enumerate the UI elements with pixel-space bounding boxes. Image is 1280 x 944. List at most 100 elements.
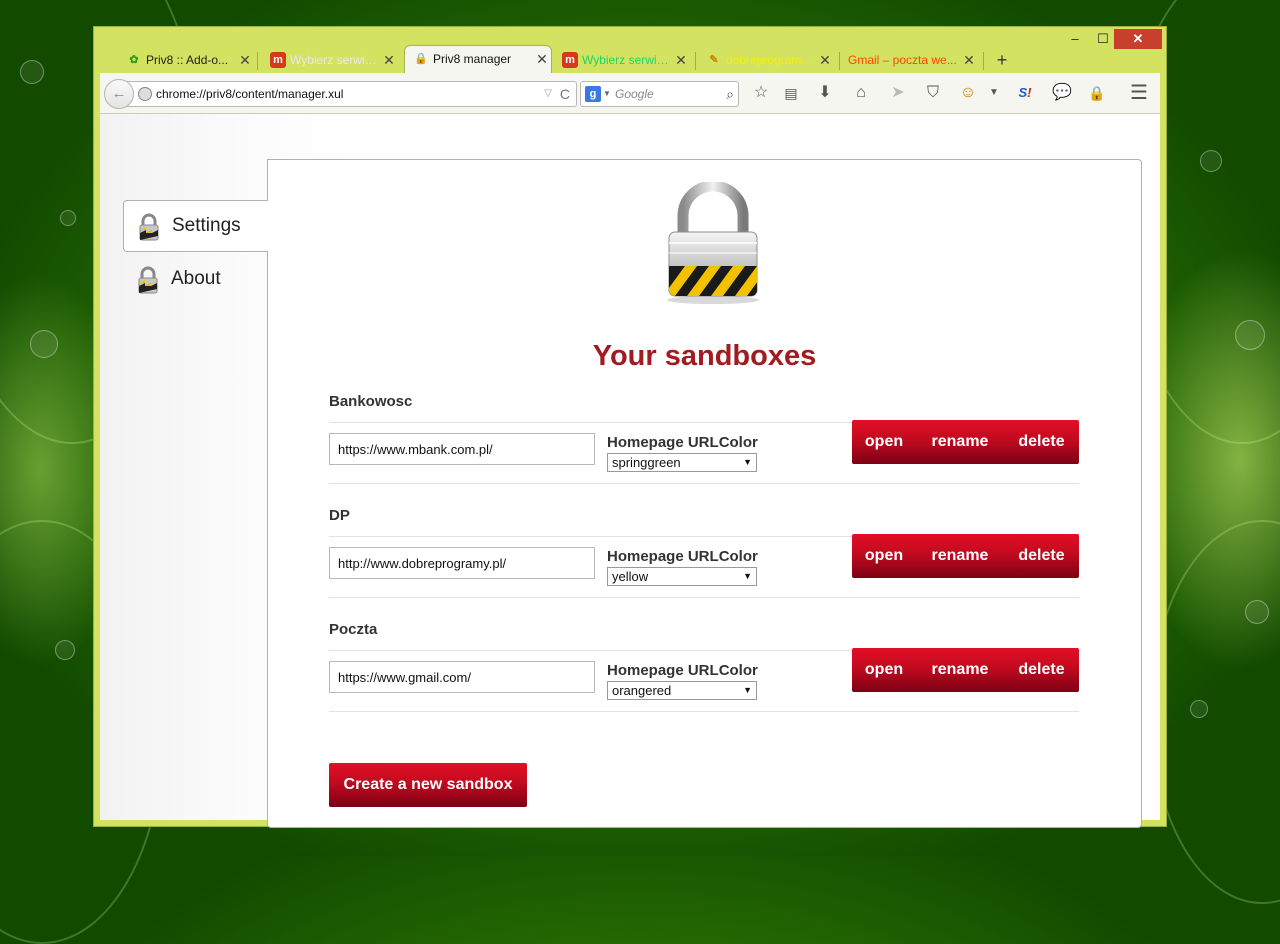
back-button[interactable]: ← xyxy=(104,79,134,109)
close-icon[interactable]: ✕ xyxy=(533,46,551,72)
close-icon[interactable]: ✕ xyxy=(816,47,834,73)
homepage-color-label: Homepage URLColor xyxy=(607,548,758,565)
chat-icon[interactable]: 💬 xyxy=(1050,81,1074,105)
divider xyxy=(329,483,1079,484)
tab-label: dobreprogram... xyxy=(726,53,812,67)
tab-wybierz-1[interactable]: m Wybierz serwis... ✕ xyxy=(262,47,398,73)
padlock-icon xyxy=(667,182,759,304)
search-box[interactable]: g ▼ Google ⌕ xyxy=(580,81,739,107)
homepage-url-label: Homepage URL xyxy=(607,548,719,565)
sandbox-name: Poczta xyxy=(329,621,378,638)
sandbox-actions: open rename delete xyxy=(852,648,1079,692)
delete-button[interactable]: delete xyxy=(1004,648,1079,692)
homepage-url-input[interactable] xyxy=(329,433,595,465)
shield-icon[interactable]: ⛉ xyxy=(921,81,945,105)
send-icon[interactable]: ➤ xyxy=(886,81,910,105)
search-input[interactable]: Google xyxy=(615,82,715,106)
tab-label: Priv8 manager xyxy=(433,52,512,66)
browser-window: – ☐ ✕ ✿ Priv8 :: Add-o... ✕ m Wybierz se… xyxy=(94,27,1166,828)
sandbox-name: DP xyxy=(329,507,350,524)
reading-list-icon[interactable]: ▤ xyxy=(779,81,803,105)
tab-dobreprogramy[interactable]: ✎ dobreprogram... ✕ xyxy=(698,47,834,73)
rename-button[interactable]: rename xyxy=(920,534,1000,578)
dp-icon: ✎ xyxy=(709,54,719,66)
chevron-down-icon: ▼ xyxy=(743,571,752,581)
tab-separator xyxy=(983,52,984,70)
face-icon[interactable]: ☺ xyxy=(956,81,980,105)
si-icon[interactable]: S! xyxy=(1013,81,1037,105)
dropdown-icon[interactable]: ▼ xyxy=(982,81,1006,105)
home-icon[interactable]: ⌂ xyxy=(849,81,873,105)
rename-button[interactable]: rename xyxy=(920,648,1000,692)
url-bar[interactable]: chrome://priv8/content/manager.xul ▽ C xyxy=(122,81,577,107)
lock-icon: 🔒 xyxy=(414,53,428,65)
color-select-value: springgreen xyxy=(612,455,681,470)
close-icon[interactable]: ✕ xyxy=(236,47,254,73)
menu-icon[interactable]: ☰ xyxy=(1127,81,1151,105)
page-title: Your sandboxes xyxy=(592,340,817,372)
m-icon: m xyxy=(562,52,578,68)
open-button[interactable]: open xyxy=(852,534,916,578)
tab-label: Wybierz serwis... xyxy=(582,53,670,67)
color-label: Color xyxy=(718,662,758,679)
color-label: Color xyxy=(718,548,758,565)
search-icon[interactable]: ⌕ xyxy=(726,82,734,106)
chevron-down-icon[interactable]: ▼ xyxy=(603,82,611,106)
homepage-url-label: Homepage URL xyxy=(607,434,719,451)
sidebar-item-about[interactable]: About xyxy=(123,254,267,304)
chevron-down-icon: ▼ xyxy=(743,685,752,695)
url-history-dropdown-icon[interactable]: ▽ xyxy=(544,82,552,106)
open-button[interactable]: open xyxy=(852,420,916,464)
tab-separator xyxy=(695,52,696,70)
url-text: chrome://priv8/content/manager.xul xyxy=(156,87,344,101)
divider xyxy=(329,597,1079,598)
tab-label: Gmail – poczta we... xyxy=(848,53,957,67)
new-tab-button[interactable]: + xyxy=(992,47,1012,73)
globe-icon xyxy=(138,87,152,101)
google-icon[interactable]: g xyxy=(585,86,601,102)
tab-separator xyxy=(839,52,840,70)
sidebar-item-label: About xyxy=(171,268,221,289)
create-sandbox-button[interactable]: Create a new sandbox xyxy=(329,763,527,807)
close-icon[interactable]: ✕ xyxy=(380,47,398,73)
close-icon[interactable]: ✕ xyxy=(672,47,690,73)
tab-wybierz-2[interactable]: m Wybierz serwis... ✕ xyxy=(554,47,690,73)
tab-priv8-addon[interactable]: ✿ Priv8 :: Add-o... ✕ xyxy=(118,47,254,73)
tab-separator xyxy=(257,52,258,70)
rename-button[interactable]: rename xyxy=(920,420,1000,464)
close-icon[interactable]: ✕ xyxy=(960,47,978,73)
tab-bar: ✿ Priv8 :: Add-o... ✕ m Wybierz serwis..… xyxy=(94,45,1166,75)
delete-button[interactable]: delete xyxy=(1004,534,1079,578)
tab-priv8-manager[interactable]: 🔒 Priv8 manager ✕ xyxy=(404,45,552,75)
chevron-down-icon: ▼ xyxy=(743,457,752,467)
nav-bar: chrome://priv8/content/manager.xul ▽ C ←… xyxy=(100,73,1160,114)
sidebar-item-label: Settings xyxy=(172,215,241,236)
delete-button[interactable]: delete xyxy=(1004,420,1079,464)
color-select[interactable]: springgreen ▼ xyxy=(607,453,757,472)
homepage-url-input[interactable] xyxy=(329,547,595,579)
color-select[interactable]: yellow ▼ xyxy=(607,567,757,586)
sandbox-panel: Your sandboxes Bankowosc Homepage URLCol… xyxy=(267,159,1142,828)
m-icon: m xyxy=(270,52,286,68)
tab-label: Priv8 :: Add-o... xyxy=(146,53,229,67)
download-icon[interactable]: ⬇ xyxy=(813,81,837,105)
color-select-value: orangered xyxy=(612,683,672,698)
homepage-color-label: Homepage URLColor xyxy=(607,434,758,451)
color-label: Color xyxy=(718,434,758,451)
homepage-url-label: Homepage URL xyxy=(607,662,719,679)
lock-icon[interactable]: 🔒 xyxy=(1085,81,1109,105)
sandbox-actions: open rename delete xyxy=(852,420,1079,464)
divider xyxy=(329,711,1079,712)
sandbox-name: Bankowosc xyxy=(329,393,413,410)
star-icon[interactable]: ☆ xyxy=(749,81,773,105)
sandbox-actions: open rename delete xyxy=(852,534,1079,578)
reload-icon[interactable]: C xyxy=(560,82,570,106)
open-button[interactable]: open xyxy=(852,648,916,692)
tab-gmail[interactable]: Gmail – poczta we... ✕ xyxy=(842,47,978,73)
sidebar-item-settings[interactable]: Settings xyxy=(123,200,268,252)
lock-icon xyxy=(139,213,159,241)
lock-icon xyxy=(138,266,158,294)
color-select[interactable]: orangered ▼ xyxy=(607,681,757,700)
homepage-url-input[interactable] xyxy=(329,661,595,693)
puzzle-icon: ✿ xyxy=(129,54,139,66)
